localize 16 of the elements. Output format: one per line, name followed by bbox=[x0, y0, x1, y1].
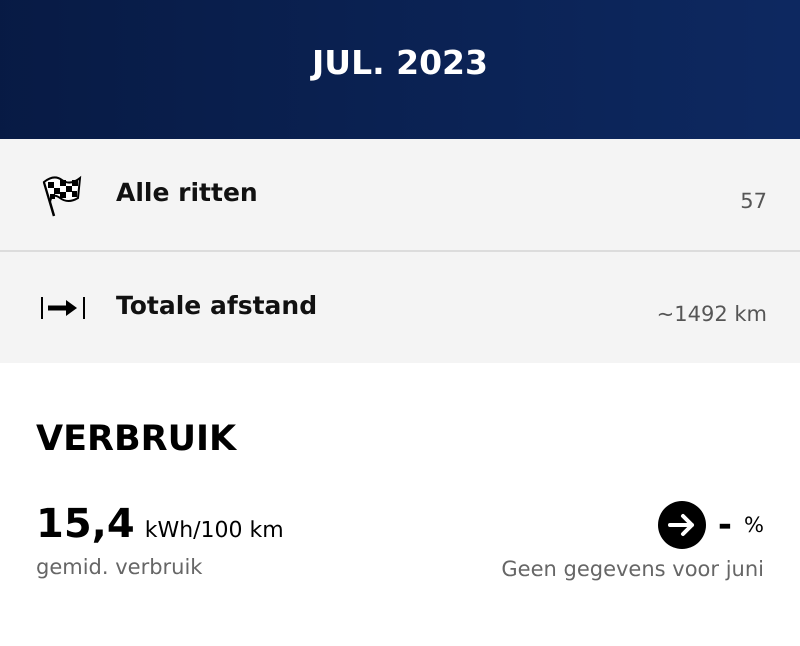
consumption-value: 15,4 bbox=[36, 501, 135, 547]
arrow-right-icon bbox=[658, 501, 706, 549]
row-label: Totale afstand bbox=[116, 291, 318, 320]
section-title: VERBRUIK bbox=[36, 419, 238, 459]
trend-value: - bbox=[718, 505, 732, 545]
month-title: JUL. 2023 bbox=[312, 43, 488, 82]
row-value: 57 bbox=[740, 188, 767, 212]
row-label: Alle ritten bbox=[116, 178, 259, 207]
summary-row[interactable]: Alle ritten 57 bbox=[0, 139, 800, 250]
consumption-unit: kWh/100 km bbox=[144, 518, 284, 543]
trend-unit: % bbox=[744, 513, 764, 537]
distance-arrow-icon bbox=[40, 296, 86, 320]
row-value: ~1492 km bbox=[656, 302, 767, 326]
trend-caption: Geen gegevens voor juni bbox=[501, 557, 764, 581]
summary-row[interactable]: Totale afstand ~1492 km bbox=[0, 252, 800, 363]
consumption-caption: gemid. verbruik bbox=[36, 555, 204, 579]
